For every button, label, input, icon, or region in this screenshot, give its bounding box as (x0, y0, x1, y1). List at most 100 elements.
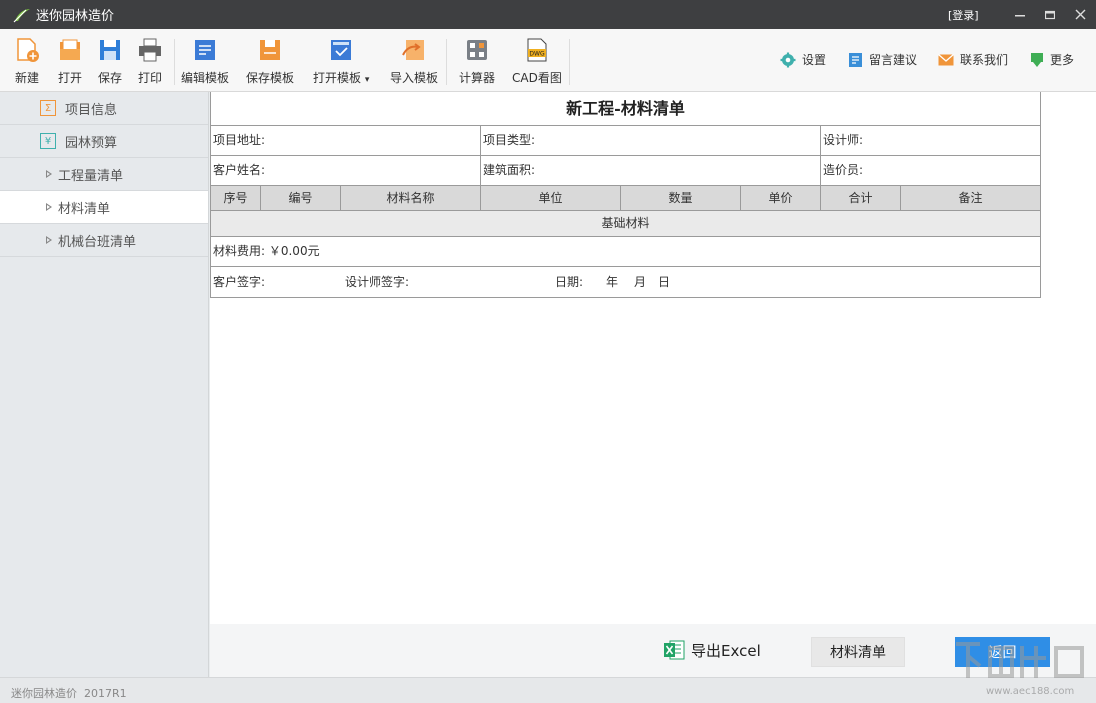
save-label: 保存 (97, 71, 122, 85)
cad-dwg-icon: DWG (527, 38, 547, 62)
month-label: 月 (634, 275, 647, 289)
sheet-title: 新工程-材料清单 (566, 99, 685, 118)
project-type-field[interactable]: 项目类型: (481, 126, 821, 155)
expand-triangle-icon (46, 170, 52, 178)
sidebar-item-material-list[interactable]: 材料清单 (0, 191, 208, 224)
save-disk-icon (100, 40, 120, 60)
column-header: 单价 (741, 186, 821, 210)
material-list-sheet: 新工程-材料清单 项目地址: 项目类型: 设计师: 客户姓名: 建筑面积: 造价… (210, 92, 1041, 298)
cad-viewer-label: CAD看图 (512, 71, 562, 85)
edit-template-button[interactable]: 编辑模板 (181, 37, 229, 86)
sidebar-item-project-info[interactable]: Σ 项目信息 (0, 92, 208, 125)
settings-button[interactable]: 设置 (780, 51, 826, 68)
print-label: 打印 (137, 71, 162, 85)
contact-button[interactable]: 联系我们 (938, 51, 1008, 68)
designer-signature-label: 设计师签字: (345, 275, 410, 289)
toolbar-divider (569, 39, 570, 85)
settings-label: 设置 (802, 53, 827, 67)
calculator-button[interactable]: 计算器 (459, 37, 495, 86)
save-template-button[interactable]: 保存模板 (246, 37, 294, 86)
new-file-icon (17, 38, 39, 62)
save-button[interactable]: 保存 (97, 37, 123, 86)
project-address-field[interactable]: 项目地址: (211, 126, 481, 155)
sidebar-item-garden-budget[interactable]: ¥ 园林预算 (0, 125, 208, 158)
toolbar: 新建 打开 保存 打印 编辑模板 保存模板 打开模板 ▾ 导入模板 计算器 DW… (0, 29, 1096, 92)
print-button[interactable]: 打印 (137, 37, 163, 86)
sidebar-item-label: 材料清单 (58, 201, 111, 217)
cost-engineer-field[interactable]: 造价员: (821, 156, 1040, 185)
contact-label: 联系我们 (960, 53, 1009, 67)
sidebar: Σ 项目信息 ¥ 园林预算 工程量清单 材料清单 机械台班清单 (0, 92, 209, 677)
excel-icon (664, 640, 685, 660)
watermark-logo: www.aec188.com (956, 642, 1084, 697)
save-template-icon (260, 40, 280, 60)
table-header-row: 序号 编号 材料名称 单位 数量 单价 合计 备注 (211, 185, 1040, 210)
material-list-button[interactable]: 材料清单 (811, 637, 905, 667)
toolbar-divider (174, 39, 175, 85)
feedback-button[interactable]: 留言建议 (848, 51, 917, 68)
cad-viewer-button[interactable]: DWG CAD看图 (512, 37, 562, 86)
more-arrow-icon (1031, 52, 1043, 67)
open-button[interactable]: 打开 (57, 37, 83, 86)
open-label: 打开 (57, 71, 82, 85)
column-header: 序号 (211, 186, 261, 210)
mail-icon (938, 53, 954, 65)
section-row: 基础材料 (211, 210, 1040, 236)
open-folder-icon (60, 39, 80, 60)
feedback-label: 留言建议 (869, 53, 918, 67)
expand-triangle-icon (46, 236, 52, 244)
calculator-icon (467, 40, 487, 60)
sigma-icon: Σ (40, 100, 56, 116)
day-label: 日 (658, 275, 671, 289)
minimize-icon (1015, 14, 1025, 16)
sidebar-item-quantity-list[interactable]: 工程量清单 (0, 158, 208, 191)
date-label: 日期: (555, 275, 584, 289)
customer-name-field[interactable]: 客户姓名: (211, 156, 481, 185)
sidebar-item-label: 机械台班清单 (58, 234, 137, 250)
material-fee-row: 材料费用: ￥0.00元 (211, 236, 1040, 266)
new-button[interactable]: 新建 (14, 37, 40, 86)
more-button[interactable]: 更多 (1030, 51, 1074, 68)
column-header: 材料名称 (341, 186, 481, 210)
login-link[interactable]: [登录] (948, 7, 979, 23)
signature-row: 客户签字: 设计师签字: 日期: 年 月 日 (211, 266, 1040, 297)
edit-template-label: 编辑模板 (181, 71, 230, 85)
gear-icon (780, 52, 796, 67)
minimize-button[interactable] (1006, 0, 1034, 29)
status-bar: 迷你园林造价 2017R1 (0, 677, 1096, 703)
import-template-icon (402, 40, 424, 60)
main-panel: 新工程-材料清单 项目地址: 项目类型: 设计师: 客户姓名: 建筑面积: 造价… (210, 92, 1096, 677)
open-template-label: 打开模板 ▾ (313, 71, 370, 85)
sidebar-item-label: 工程量清单 (58, 168, 124, 184)
watermark-text: www.aec188.com (986, 686, 1074, 697)
open-template-button[interactable]: 打开模板 ▾ (313, 37, 369, 86)
maximize-button[interactable] (1036, 0, 1064, 29)
new-label: 新建 (14, 71, 39, 85)
expand-triangle-icon (46, 203, 52, 211)
close-button[interactable] (1066, 0, 1094, 29)
info-row: 客户姓名: 建筑面积: 造价员: (211, 155, 1040, 185)
more-label: 更多 (1050, 53, 1075, 67)
sidebar-item-label: 项目信息 (65, 102, 118, 118)
app-logo-icon (13, 8, 30, 22)
designer-field[interactable]: 设计师: (821, 126, 1040, 155)
section-label: 基础材料 (211, 211, 1040, 236)
dwg-badge-text: DWG (529, 51, 545, 58)
printer-icon (139, 38, 161, 62)
close-icon (1075, 9, 1085, 20)
column-header: 备注 (901, 186, 1040, 210)
building-area-field[interactable]: 建筑面积: (481, 156, 821, 185)
title-bar: 迷你园林造价 [登录] (0, 0, 1096, 29)
edit-template-icon (195, 40, 215, 60)
column-header: 编号 (261, 186, 341, 210)
column-header: 单位 (481, 186, 621, 210)
import-template-button[interactable]: 导入模板 (390, 37, 438, 86)
sidebar-item-machine-list[interactable]: 机械台班清单 (0, 224, 208, 257)
open-template-icon (331, 40, 352, 60)
column-header: 数量 (621, 186, 741, 210)
export-excel-label: 导出Excel (691, 641, 761, 660)
calculator-label: 计算器 (459, 71, 496, 85)
export-excel-button[interactable]: 导出Excel (663, 639, 761, 661)
column-header: 合计 (821, 186, 901, 210)
signature-line: 客户签字: 设计师签字: 日期: 年 月 日 (211, 267, 1040, 297)
